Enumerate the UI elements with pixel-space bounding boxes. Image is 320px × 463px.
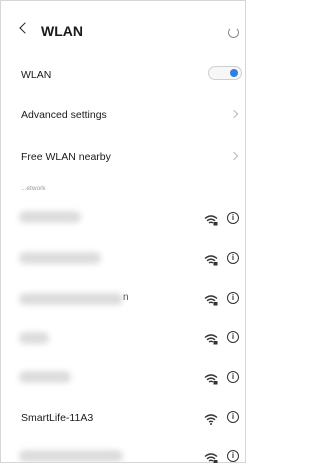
section-header: ...etwork (21, 185, 46, 192)
network-name-obscured (19, 293, 123, 305)
advanced-settings-label: Advanced settings (21, 109, 107, 121)
network-name-obscured (19, 450, 123, 462)
wifi-open-icon (204, 412, 218, 425)
wifi-locked-icon (204, 451, 218, 463)
wlan-toggle[interactable] (208, 66, 242, 80)
wlan-label: WLAN (21, 69, 52, 81)
wifi-locked-icon (204, 332, 218, 345)
info-icon[interactable]: i (227, 292, 239, 304)
network-name: SmartLife-11A3 (21, 412, 94, 424)
wifi-locked-icon (204, 372, 218, 385)
chevron-right-icon (229, 151, 239, 161)
header: WLAN (1, 1, 247, 47)
info-icon[interactable]: i (227, 252, 239, 264)
info-icon[interactable]: i (227, 212, 239, 224)
network-name-obscured (19, 332, 49, 344)
info-icon[interactable]: i (227, 331, 239, 343)
info-icon[interactable]: i (227, 371, 239, 383)
info-icon[interactable]: i (227, 411, 239, 423)
free-wlan-nearby-label: Free WLAN nearby (21, 151, 111, 163)
network-name-obscured (19, 252, 101, 264)
wifi-locked-icon (204, 253, 218, 266)
free-wlan-nearby-row[interactable]: Free WLAN nearby (1, 135, 247, 173)
network-name-obscured (19, 211, 81, 223)
page-title: WLAN (41, 23, 83, 39)
advanced-settings-row[interactable]: Advanced settings (1, 93, 247, 131)
toggle-knob (230, 69, 238, 77)
info-icon[interactable]: i (227, 450, 239, 462)
chevron-right-icon (229, 109, 239, 119)
wifi-locked-icon (204, 213, 218, 226)
back-chevron-icon[interactable] (19, 22, 31, 34)
refresh-icon[interactable] (228, 27, 239, 38)
network-name-tail: n (123, 292, 129, 303)
wifi-locked-icon (204, 293, 218, 306)
phone-screen: WLAN WLAN Advanced settings Free WLAN ne… (0, 0, 246, 463)
network-name-obscured (19, 371, 71, 383)
